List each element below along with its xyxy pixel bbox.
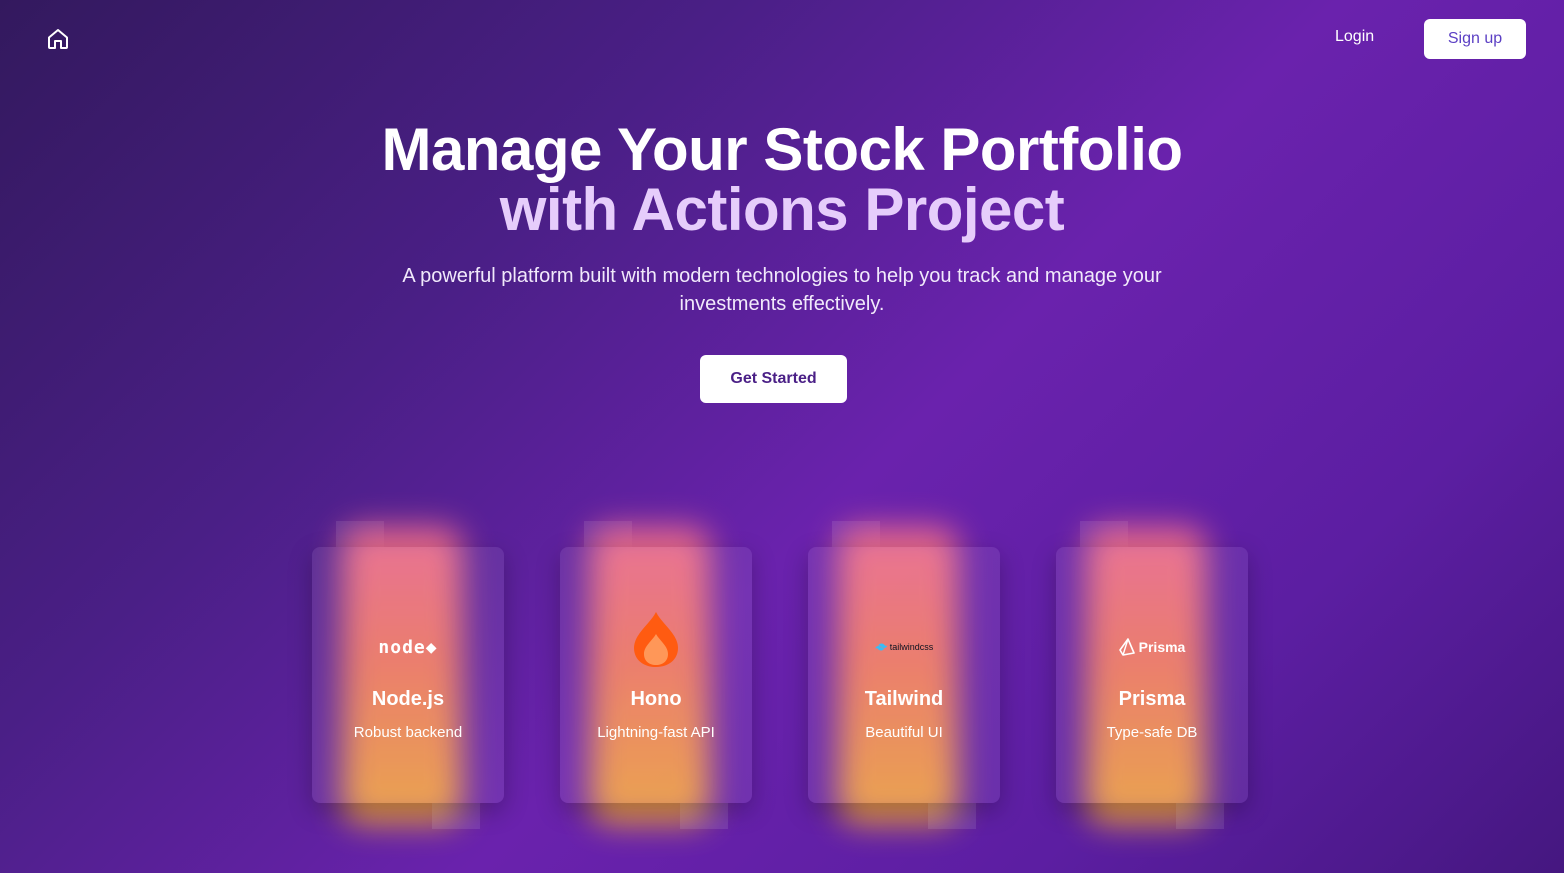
card-decoration — [1176, 803, 1224, 829]
card-panel: tailwindcss Tailwind Beautiful UI — [808, 547, 1000, 803]
tech-card-hono: Hono Lightning-fast API — [560, 521, 752, 829]
hero-subtitle: A powerful platform built with modern te… — [402, 265, 1162, 315]
home-icon[interactable] — [46, 27, 70, 51]
tailwind-logo: tailwindcss — [808, 627, 1000, 667]
signup-button[interactable]: Sign up — [1424, 19, 1526, 59]
tech-card-nodejs: node ◆ Node.js Robust backend — [312, 521, 504, 829]
card-decoration — [432, 803, 480, 829]
card-title: Node.js — [371, 688, 445, 710]
hero-title-line2: with Actions Project — [499, 176, 1065, 243]
card-subtitle: Lightning-fast API — [597, 724, 715, 741]
tailwind-logo-text: tailwindcss — [889, 642, 934, 652]
card-subtitle: Type-safe DB — [1106, 724, 1198, 741]
hero-title-line1: Manage Your Stock Portfolio — [381, 116, 1183, 183]
card-decoration — [680, 803, 728, 829]
nodejs-logo: node ◆ — [312, 627, 504, 667]
card-subtitle: Robust backend — [353, 724, 463, 741]
tech-card-tailwind: tailwindcss Tailwind Beautiful UI — [808, 521, 1000, 829]
prisma-logo: Prisma — [1056, 627, 1248, 667]
tech-card-prisma: Prisma Prisma Type-safe DB — [1056, 521, 1248, 829]
hero-section: Manage Your Stock Portfolio with Actions… — [0, 120, 1564, 318]
login-link[interactable]: Login — [1335, 28, 1374, 46]
nodejs-logo-text: node — [378, 636, 426, 658]
card-panel: node ◆ Node.js Robust backend — [312, 547, 504, 803]
nodejs-logo-accent: ◆ — [425, 636, 438, 658]
card-panel: Hono Lightning-fast API — [560, 547, 752, 803]
card-decoration — [928, 803, 976, 829]
card-title: Tailwind — [864, 688, 944, 710]
card-title: Hono — [630, 688, 682, 710]
get-started-button[interactable]: Get Started — [700, 355, 847, 403]
hero-title: Manage Your Stock Portfolio with Actions… — [0, 120, 1564, 240]
card-panel: Prisma Prisma Type-safe DB — [1056, 547, 1248, 803]
card-subtitle: Beautiful UI — [865, 724, 943, 741]
top-nav: Login Sign up — [0, 0, 1564, 80]
hono-flame-logo — [560, 611, 752, 667]
card-title: Prisma — [1118, 688, 1186, 710]
prisma-logo-text: Prisma — [1138, 639, 1186, 655]
